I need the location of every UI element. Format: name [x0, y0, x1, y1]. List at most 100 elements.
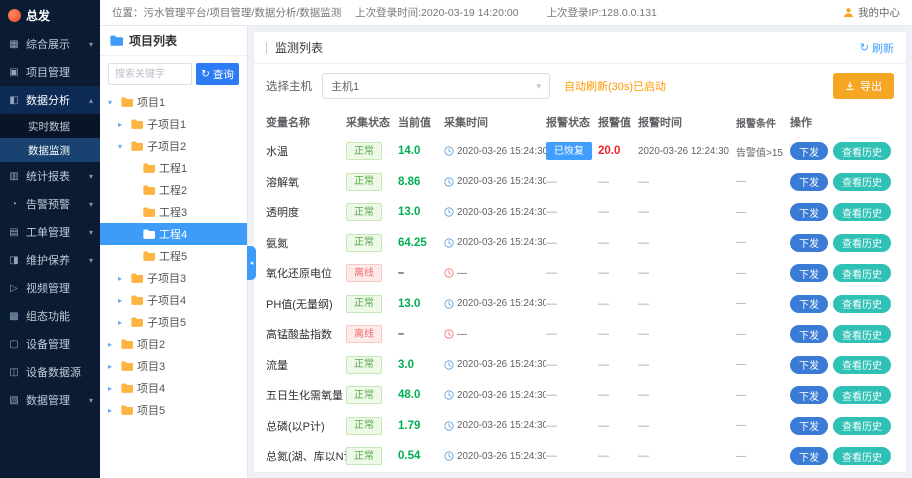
sidebar-item-label: 组态功能 — [26, 308, 70, 324]
tree-node[interactable]: 工程4 — [100, 223, 247, 245]
table-row: PH值(无量纲)正常13.02020-03-26 15:24:30————下发查… — [254, 289, 906, 320]
sidebar-item[interactable]: ◫设备数据源 — [0, 358, 100, 386]
view-history-button[interactable]: 查看历史 — [833, 142, 891, 160]
folder-icon — [121, 405, 133, 415]
tree-node[interactable]: ▸项目4 — [100, 377, 247, 399]
tree-node-label: 项目2 — [137, 336, 165, 352]
caret-down-icon: ▾ — [108, 98, 117, 107]
view-history-button[interactable]: 查看历史 — [833, 295, 891, 313]
sidebar-item-label: 数据分析 — [26, 92, 70, 108]
alarm-value: — — [598, 267, 638, 279]
send-button[interactable]: 下发 — [790, 325, 828, 343]
search-button[interactable]: ↻ 查询 — [196, 63, 239, 85]
view-history-button[interactable]: 查看历史 — [833, 203, 891, 221]
tree-node[interactable]: ▸子项目1 — [100, 113, 247, 135]
collect-time: — — [444, 268, 546, 279]
collect-status-badge: 正常 — [346, 173, 382, 191]
alarm-condition: — — [736, 207, 790, 218]
sidebar-subitem[interactable]: 实时数据 — [0, 114, 100, 138]
tree-node-label: 子项目4 — [147, 292, 186, 308]
sidebar-item-label: 实时数据 — [28, 119, 70, 134]
refresh-button[interactable]: ↻ 刷新 — [860, 40, 894, 56]
tree-node[interactable]: ▸子项目4 — [100, 289, 247, 311]
tree-node[interactable]: 工程1 — [100, 157, 247, 179]
sidebar-item[interactable]: ▥统计报表▾ — [0, 162, 100, 190]
send-button[interactable]: 下发 — [790, 203, 828, 221]
tree-node[interactable]: 工程5 — [100, 245, 247, 267]
tree-node[interactable]: ▾项目1 — [100, 91, 247, 113]
tree-node[interactable]: 工程3 — [100, 201, 247, 223]
sidebar-item[interactable]: ▧数据管理▾ — [0, 386, 100, 414]
sidebar-item[interactable]: ▤工单管理▾ — [0, 218, 100, 246]
send-button[interactable]: 下发 — [790, 295, 828, 313]
sidebar-item-label: 视频管理 — [26, 280, 70, 296]
view-history-button[interactable]: 查看历史 — [833, 417, 891, 435]
last-login-time: 上次登录时间:2020-03-19 14:20:00 — [355, 5, 518, 20]
sidebar-item[interactable]: ◔告警预警▾ — [0, 190, 100, 218]
sidebar-item-label: 设备数据源 — [26, 364, 81, 380]
sidebar-subitem[interactable]: 数据监测 — [0, 138, 100, 162]
alarm-condition: — — [736, 390, 790, 401]
login-info: 上次登录时间:2020-03-19 14:20:00 上次登录IP:128.0.… — [355, 5, 657, 20]
send-button[interactable]: 下发 — [790, 447, 828, 465]
sidebar-item[interactable]: ◧数据分析▴ — [0, 86, 100, 114]
chevron-down-icon: ▾ — [89, 40, 93, 49]
collect-status-badge: 离线 — [346, 325, 382, 343]
send-button[interactable]: 下发 — [790, 264, 828, 282]
view-history-button[interactable]: 查看历史 — [833, 447, 891, 465]
refresh-label: 刷新 — [872, 40, 894, 56]
alarm-time: 2020-03-26 12:24:30 — [638, 146, 736, 157]
sidebar-item[interactable]: ◨维护保养▾ — [0, 246, 100, 274]
alarm-status-cell: — — [546, 206, 598, 218]
tree-node[interactable]: 工程2 — [100, 179, 247, 201]
send-button[interactable]: 下发 — [790, 417, 828, 435]
sidebar-item[interactable]: ▣项目管理 — [0, 58, 100, 86]
view-history-button[interactable]: 查看历史 — [833, 356, 891, 374]
sidebar-item[interactable]: ▩组态功能 — [0, 302, 100, 330]
folder-icon — [110, 35, 123, 46]
collapse-panel-button[interactable]: ◂ — [247, 246, 256, 280]
sidebar-item[interactable]: ▷视频管理 — [0, 274, 100, 302]
variable-name: 高锰酸盐指数 — [266, 326, 346, 342]
send-button[interactable]: 下发 — [790, 142, 828, 160]
tree-node[interactable]: ▸子项目5 — [100, 311, 247, 333]
clock-icon — [444, 177, 454, 187]
send-button[interactable]: 下发 — [790, 234, 828, 252]
view-history-button[interactable]: 查看历史 — [833, 264, 891, 282]
send-button[interactable]: 下发 — [790, 386, 828, 404]
refresh-icon: ↻ — [201, 68, 210, 80]
alarm-condition: — — [736, 420, 790, 431]
host-select-value: 主机1 — [331, 78, 359, 94]
tree-node[interactable]: ▸项目2 — [100, 333, 247, 355]
view-history-button[interactable]: 查看历史 — [833, 173, 891, 191]
view-history-button[interactable]: 查看历史 — [833, 325, 891, 343]
search-input[interactable] — [108, 63, 192, 85]
send-button[interactable]: 下发 — [790, 356, 828, 374]
sidebar-item[interactable]: ▢设备管理 — [0, 330, 100, 358]
view-history-button[interactable]: 查看历史 — [833, 234, 891, 252]
sidebar-item-label: 综合展示 — [26, 36, 70, 52]
send-button[interactable]: 下发 — [790, 173, 828, 191]
collect-status-badge: 正常 — [346, 447, 382, 465]
variable-name: 总氮(湖、库以N计) — [266, 448, 346, 464]
view-history-button[interactable]: 查看历史 — [833, 386, 891, 404]
current-value: 64.25 — [398, 237, 444, 249]
sidebar-item[interactable]: ▦综合展示▾ — [0, 30, 100, 58]
title-divider — [266, 42, 267, 54]
tree-node[interactable]: ▸子项目3 — [100, 267, 247, 289]
alarm-value: — — [598, 237, 638, 249]
host-select[interactable]: 主机1 ▾ — [322, 73, 550, 99]
tree-node-label: 工程2 — [159, 182, 187, 198]
collect-time-text: 2020-03-26 15:24:30 — [457, 146, 546, 157]
tree-node[interactable]: ▾子项目2 — [100, 135, 247, 157]
export-button[interactable]: 导出 — [833, 73, 894, 99]
tree-node[interactable]: ▸项目5 — [100, 399, 247, 421]
sidebar: 总发 ▦综合展示▾▣项目管理◧数据分析▴实时数据数据监测▥统计报表▾◔告警预警▾… — [0, 0, 100, 478]
collect-time-text: 2020-03-26 15:24:30 — [457, 176, 546, 187]
tree-node[interactable]: ▸项目3 — [100, 355, 247, 377]
variable-name: 水温 — [266, 143, 346, 159]
user-center-link[interactable]: 我的中心 — [657, 5, 900, 20]
current-value: 13.0 — [398, 206, 444, 218]
collect-time-text: 2020-03-26 15:24:30 — [457, 451, 546, 462]
collect-time: 2020-03-26 15:24:30 — [444, 298, 546, 309]
